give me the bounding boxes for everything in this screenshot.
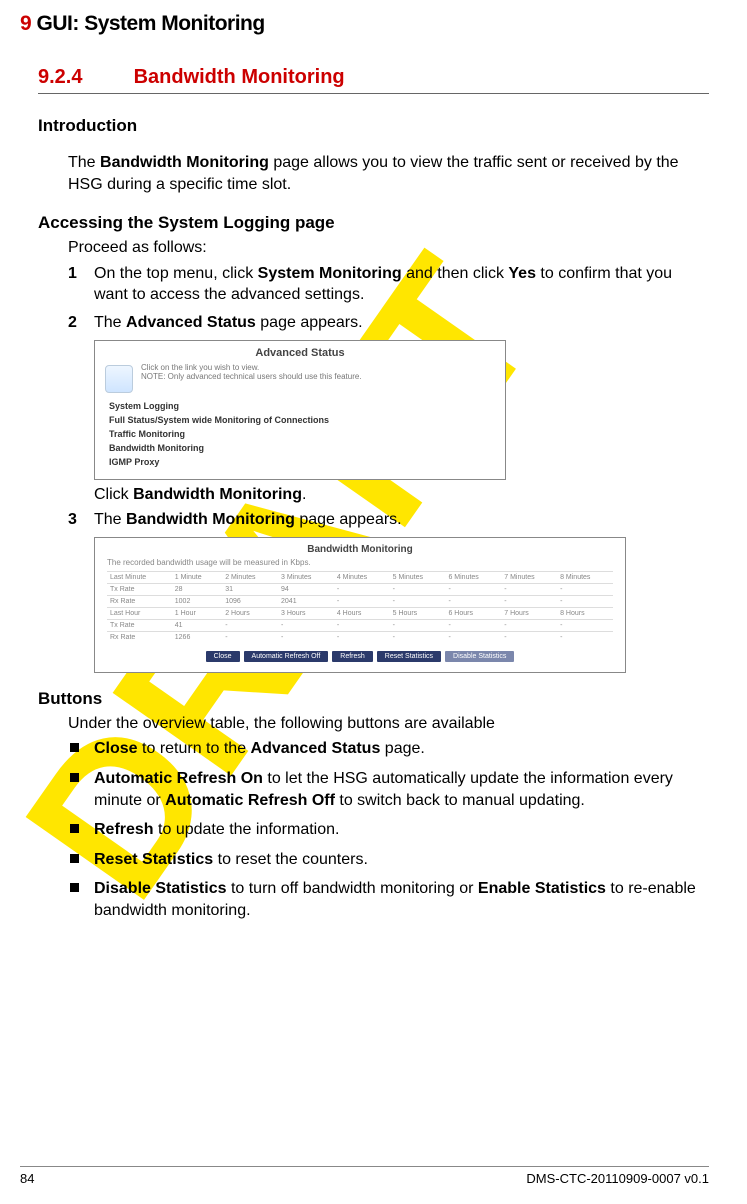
shot1-link: Traffic Monitoring bbox=[109, 427, 491, 441]
chapter-heading: 9 GUI: System Monitoring bbox=[20, 12, 709, 36]
step-1: 1 On the top menu, click System Monitori… bbox=[68, 263, 709, 306]
shot2-btn-autorefresh: Automatic Refresh Off bbox=[244, 651, 329, 662]
advanced-status-screenshot: Advanced Status Click on the link you wi… bbox=[94, 340, 506, 480]
info-icon bbox=[105, 365, 133, 393]
chapter-number: 9 bbox=[20, 12, 31, 35]
shot2-btn-refresh: Refresh bbox=[332, 651, 373, 662]
shot2-table: Last Minute1 Minute2 Minutes3 Minutes4 M… bbox=[107, 571, 613, 643]
bandwidth-monitoring-screenshot: Bandwidth Monitoring The recorded bandwi… bbox=[94, 537, 626, 673]
buttons-item: Automatic Refresh On to let the HSG auto… bbox=[68, 768, 709, 811]
buttons-item: Disable Statistics to turn off bandwidth… bbox=[68, 878, 709, 921]
step-2-followup: Click Bandwidth Monitoring. bbox=[94, 484, 709, 506]
intro-heading: Introduction bbox=[38, 116, 709, 136]
page-number: 84 bbox=[20, 1171, 34, 1186]
buttons-item: Reset Statistics to reset the counters. bbox=[68, 849, 709, 871]
intro-paragraph: The Bandwidth Monitoring page allows you… bbox=[68, 152, 709, 195]
shot2-title: Bandwidth Monitoring bbox=[95, 538, 625, 558]
step-2: 2 The Advanced Status page appears. bbox=[68, 312, 709, 334]
buttons-item: Refresh to update the information. bbox=[68, 819, 709, 841]
access-lead: Proceed as follows: bbox=[68, 237, 709, 259]
shot2-btn-reset: Reset Statistics bbox=[377, 651, 441, 662]
shot2-btn-close: Close bbox=[206, 651, 240, 662]
shot1-link: System Logging bbox=[109, 399, 491, 413]
shot1-title: Advanced Status bbox=[95, 341, 505, 361]
doc-id: DMS-CTC-20110909-0007 v0.1 bbox=[526, 1171, 709, 1186]
shot1-link: Full Status/System wide Monitoring of Co… bbox=[109, 413, 491, 427]
section-heading: 9.2.4 Bandwidth Monitoring bbox=[38, 66, 709, 94]
shot1-note1: Click on the link you wish to view. bbox=[141, 363, 362, 373]
page-footer: 84 DMS-CTC-20110909-0007 v0.1 bbox=[20, 1166, 709, 1186]
buttons-item: Close to return to the Advanced Status p… bbox=[68, 738, 709, 760]
shot2-sub: The recorded bandwidth usage will be mea… bbox=[95, 558, 625, 571]
shot1-note2: NOTE: Only advanced technical users shou… bbox=[141, 372, 362, 382]
section-number: 9.2.4 bbox=[38, 66, 128, 89]
shot1-link: IGMP Proxy bbox=[109, 455, 491, 469]
shot1-link: Bandwidth Monitoring bbox=[109, 441, 491, 455]
step-3: 3 The Bandwidth Monitoring page appears. bbox=[68, 509, 709, 531]
shot2-btn-disable: Disable Statistics bbox=[445, 651, 514, 662]
buttons-heading: Buttons bbox=[38, 689, 709, 709]
access-heading: Accessing the System Logging page bbox=[38, 213, 709, 233]
buttons-lead: Under the overview table, the following … bbox=[68, 713, 709, 735]
chapter-title: GUI: System Monitoring bbox=[37, 12, 265, 35]
section-title: Bandwidth Monitoring bbox=[134, 66, 345, 88]
